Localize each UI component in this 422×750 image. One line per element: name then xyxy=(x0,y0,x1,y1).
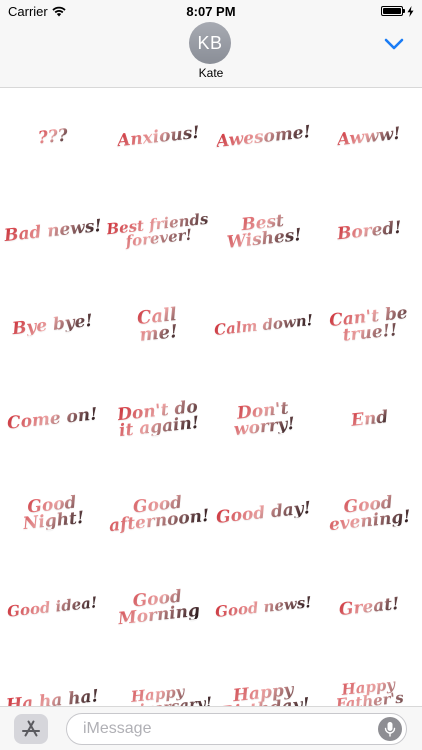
sticker[interactable]: Good idea! xyxy=(0,560,106,654)
sticker-label: End xyxy=(349,407,389,431)
sticker-label: Good Night! xyxy=(21,492,86,535)
sticker[interactable]: Best Wishes! xyxy=(211,184,317,278)
sticker[interactable]: Happy Father's Day! xyxy=(317,654,422,706)
sticker-label: Don't worry! xyxy=(233,398,297,441)
sticker[interactable]: Don't do it again! xyxy=(106,372,212,466)
sticker-label: Anxious! xyxy=(115,122,201,152)
battery-level xyxy=(383,8,401,14)
message-field[interactable] xyxy=(66,713,407,745)
conversation-header: KB Kate xyxy=(0,22,422,88)
sticker[interactable]: Good news! xyxy=(211,560,317,654)
sticker-grid: ??? Anxious! Awesome! Awww! Bad news! Be… xyxy=(0,90,422,706)
sticker[interactable]: Call me! xyxy=(106,278,212,372)
sticker[interactable]: Good Night! xyxy=(0,466,106,560)
sticker[interactable]: Happy Anniversary! xyxy=(104,654,213,706)
sticker-label: ??? xyxy=(36,125,69,149)
appstore-button[interactable] xyxy=(14,714,48,744)
sticker[interactable]: Bored! xyxy=(317,184,422,278)
carrier-label: Carrier xyxy=(8,3,48,19)
contact-name[interactable]: Kate xyxy=(0,66,422,80)
sticker-label: Bye bye! xyxy=(11,310,95,340)
sticker[interactable]: Anxious! xyxy=(106,90,212,184)
sticker-label: Awesome! xyxy=(215,122,313,152)
avatar[interactable]: KB xyxy=(189,22,231,64)
sticker-label: Call me! xyxy=(136,303,180,346)
sticker-label: Good Morning xyxy=(117,586,202,630)
sticker-label: Good evening! xyxy=(328,492,412,536)
sticker-label: Bad news! xyxy=(2,215,103,246)
sticker[interactable]: Don't worry! xyxy=(211,372,317,466)
microphone-icon xyxy=(384,722,396,737)
sticker[interactable]: Ha ha ha! xyxy=(0,654,106,706)
sticker-label: Ha ha ha! xyxy=(5,686,100,706)
sticker[interactable]: Happy Birthday! xyxy=(211,654,317,706)
sticker[interactable]: Can't be true!! xyxy=(317,278,422,372)
message-bar xyxy=(0,706,422,750)
sticker[interactable]: Come on! xyxy=(0,372,106,466)
sticker[interactable]: Good day! xyxy=(211,466,317,560)
sticker-label: Best friends forever! xyxy=(105,209,210,251)
sticker-label: Good news! xyxy=(214,592,313,621)
message-input[interactable] xyxy=(81,719,355,739)
sticker[interactable]: Good Morning xyxy=(106,560,212,654)
sticker[interactable]: Good evening! xyxy=(317,466,422,560)
sticker-label: Happy Birthday! xyxy=(217,680,311,706)
status-bar: Carrier 8:07 PM xyxy=(0,0,422,22)
sticker[interactable]: Awesome! xyxy=(211,90,317,184)
sticker-label: Happy Father's Day! xyxy=(315,674,422,706)
sticker-label: Happy Anniversary! xyxy=(104,681,213,706)
sticker-label: Come on! xyxy=(6,404,99,434)
sticker[interactable]: Great! xyxy=(317,560,422,654)
sticker-label: Don't do it again! xyxy=(116,396,201,442)
sticker-label: Calm down! xyxy=(213,310,315,340)
collapse-button[interactable] xyxy=(382,34,406,54)
sticker[interactable]: ??? xyxy=(0,90,106,184)
sticker[interactable]: Best friends forever! xyxy=(106,184,212,278)
charging-icon xyxy=(407,5,414,17)
sticker-label: Great! xyxy=(338,593,401,621)
appstore-icon xyxy=(22,720,40,737)
sticker[interactable]: End xyxy=(317,372,422,466)
microphone-button[interactable] xyxy=(378,717,402,741)
sticker-label: Good day! xyxy=(215,497,313,528)
battery-icon xyxy=(381,6,405,16)
wifi-icon xyxy=(52,6,66,16)
sticker[interactable]: Awww! xyxy=(317,90,422,184)
status-right xyxy=(381,5,414,17)
sticker-label: Awww! xyxy=(336,123,403,151)
sticker-label: Can't be true!! xyxy=(328,302,409,346)
chevron-down-icon xyxy=(384,38,404,50)
sticker[interactable]: Bad news! xyxy=(0,184,106,278)
sticker[interactable]: Calm down! xyxy=(211,278,317,372)
status-left: Carrier xyxy=(8,4,66,19)
sticker[interactable]: Good afternoon! xyxy=(106,466,212,560)
sticker[interactable]: Bye bye! xyxy=(0,278,106,372)
sticker-label: Best Wishes! xyxy=(226,210,303,253)
sticker-label: Good afternoon! xyxy=(107,492,211,537)
sticker-label: Good idea! xyxy=(6,593,99,621)
sticker-label: Bored! xyxy=(335,217,403,245)
